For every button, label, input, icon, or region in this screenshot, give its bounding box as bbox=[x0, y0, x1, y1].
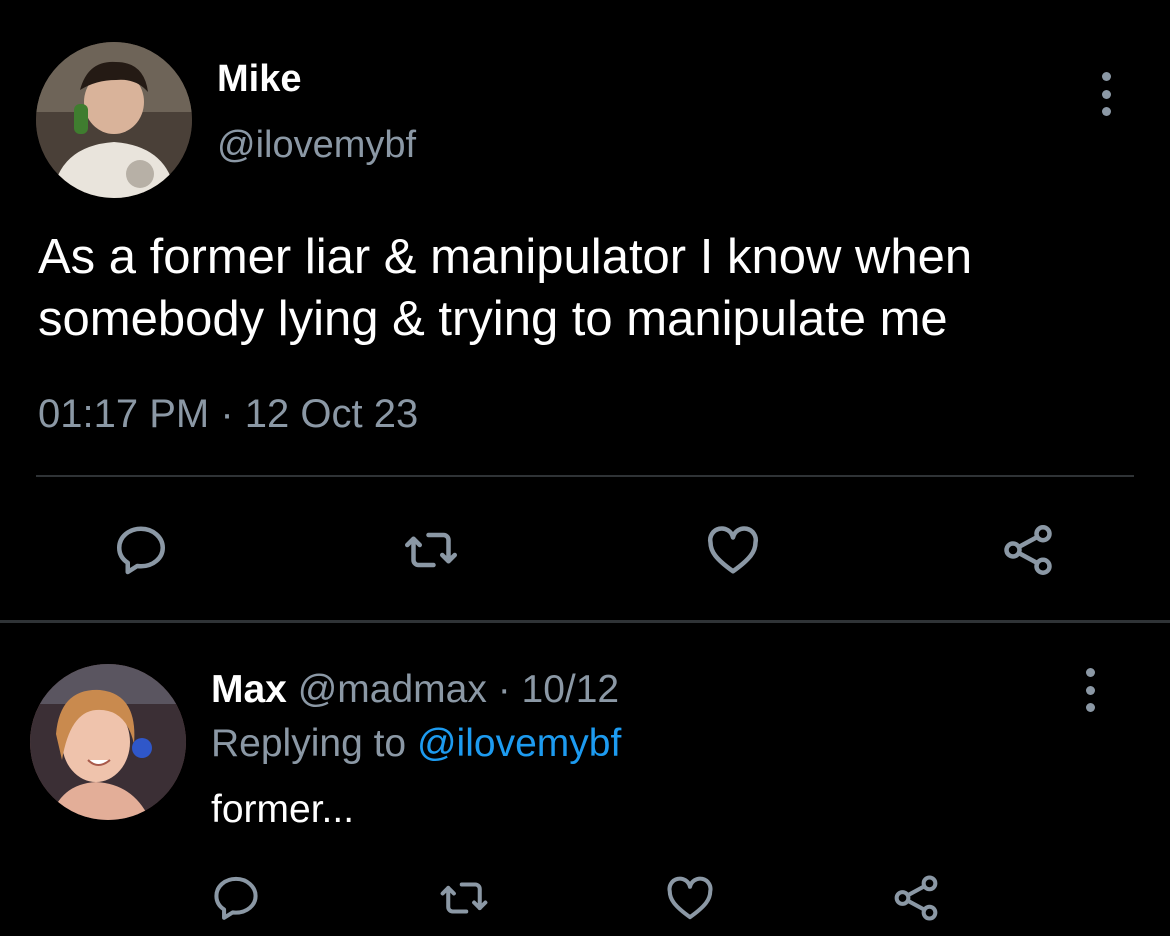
avatar[interactable] bbox=[30, 664, 186, 820]
reply-author-name[interactable]: Max bbox=[211, 668, 287, 711]
share-button[interactable] bbox=[876, 860, 956, 936]
retweet-icon bbox=[405, 532, 457, 568]
like-icon bbox=[667, 876, 713, 920]
like-button[interactable] bbox=[693, 510, 773, 590]
reply-button[interactable] bbox=[101, 510, 181, 590]
divider bbox=[36, 475, 1134, 477]
main-tweet: Mike @ilovemybf As a former liar & manip… bbox=[0, 0, 1170, 622]
more-vertical-icon[interactable] bbox=[1072, 668, 1108, 712]
retweet-icon bbox=[440, 882, 488, 914]
thread-divider bbox=[0, 620, 1170, 623]
like-icon bbox=[707, 526, 759, 574]
replying-to: Replying to @ilovemybf bbox=[211, 722, 621, 766]
tweet-actions bbox=[0, 510, 1170, 590]
reply-button[interactable] bbox=[196, 860, 276, 936]
avatar[interactable] bbox=[36, 42, 192, 198]
reply-date: · 10/12 bbox=[497, 668, 620, 711]
reply-text: former... bbox=[211, 788, 355, 831]
reply-icon bbox=[117, 526, 165, 575]
retweet-button[interactable] bbox=[424, 860, 504, 936]
share-icon bbox=[1004, 525, 1052, 575]
author-name[interactable]: Mike bbox=[217, 58, 301, 101]
reply-header: Max @madmax · 10/12 bbox=[211, 668, 619, 712]
replying-to-label: Replying to bbox=[211, 722, 407, 765]
reply-author-handle[interactable]: @madmax bbox=[298, 668, 487, 711]
share-icon bbox=[894, 875, 938, 921]
reply-icon bbox=[214, 876, 258, 920]
avatar-image bbox=[36, 42, 192, 198]
tweet-text: As a former liar & manipulator I know wh… bbox=[38, 230, 973, 346]
reply-actions bbox=[0, 860, 1170, 936]
replying-to-mention[interactable]: @ilovemybf bbox=[417, 722, 621, 765]
tweet-thread: Mike @ilovemybf As a former liar & manip… bbox=[0, 0, 1170, 936]
retweet-button[interactable] bbox=[391, 510, 471, 590]
like-button[interactable] bbox=[650, 860, 730, 936]
avatar-image bbox=[30, 664, 186, 820]
more-vertical-icon[interactable] bbox=[1088, 72, 1124, 116]
share-button[interactable] bbox=[988, 510, 1068, 590]
tweet-timestamp[interactable]: 01:17 PM · 12 Oct 23 bbox=[38, 392, 418, 437]
author-handle[interactable]: @ilovemybf bbox=[217, 124, 416, 167]
